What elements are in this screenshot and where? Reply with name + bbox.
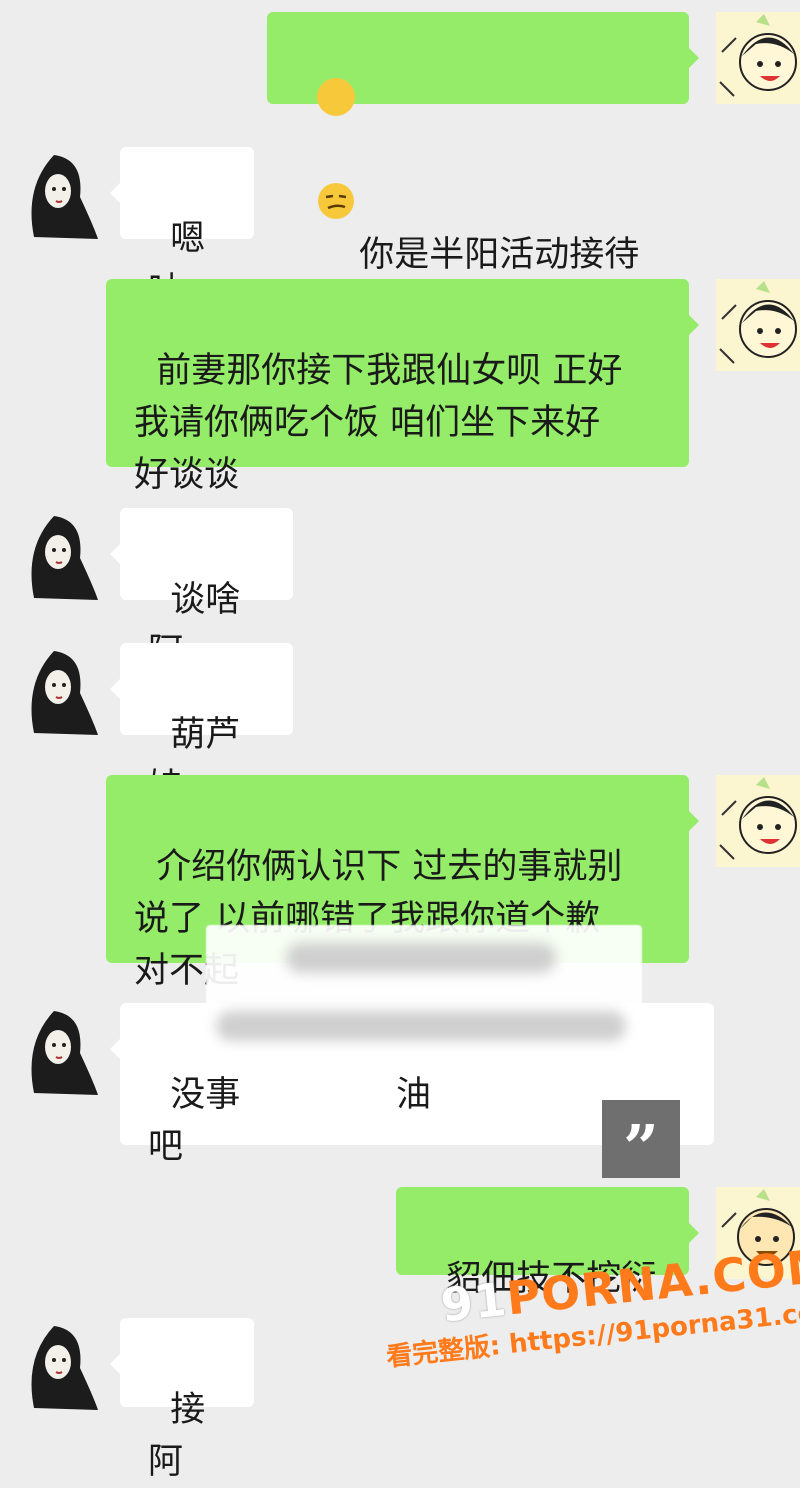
quote-icon[interactable]: ” [602, 1100, 680, 1184]
contact-avatar[interactable] [14, 643, 98, 735]
contact-avatar[interactable] [14, 1003, 98, 1095]
contact-avatar[interactable] [14, 147, 98, 239]
message-bubble-in[interactable]: 葫芦娃 [110, 643, 293, 807]
message-bubble-out[interactable]: 前妻那你接下我跟仙女呗 正好 我请你俩吃个饭 咱们坐下来好 好谈谈 [106, 279, 699, 495]
my-avatar[interactable] [716, 775, 800, 867]
smirk-emoji-icon [317, 78, 356, 219]
contact-avatar[interactable] [14, 508, 98, 600]
message-bubble-in[interactable]: 嗯呐 [110, 147, 254, 311]
my-avatar[interactable] [716, 279, 800, 371]
message-text: 接阿 [148, 1390, 206, 1482]
message-bubble-in[interactable]: 接阿 [110, 1318, 254, 1482]
message-text: 没事 油 吧 [148, 1075, 432, 1167]
message-text: 你是半阳活动接待 [359, 235, 640, 275]
contact-avatar[interactable] [14, 1318, 98, 1410]
message-bubble-out[interactable]: 你是半阳活动接待 [267, 12, 699, 275]
my-avatar[interactable] [716, 12, 800, 104]
message-bubble-in[interactable]: 谈啥阿 [110, 508, 293, 672]
blurred-quote-popup [206, 925, 642, 1075]
message-text: 前妻那你接下我跟仙女呗 正好 我请你俩吃个饭 咱们坐下来好 好谈谈 [134, 351, 623, 495]
